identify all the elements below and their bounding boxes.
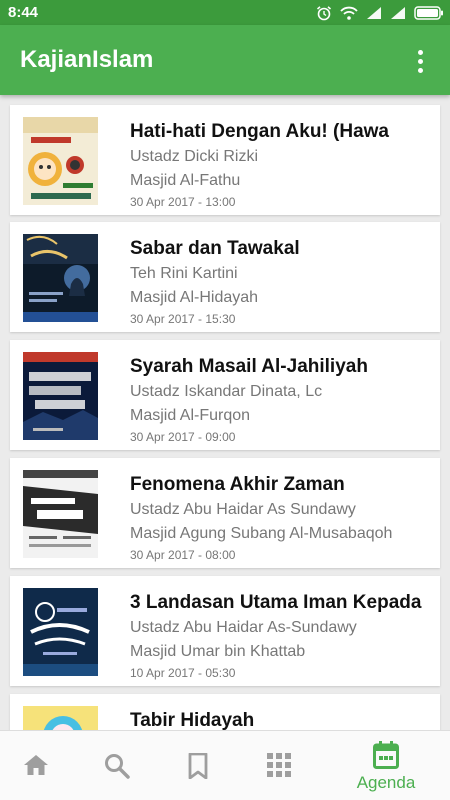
event-datetime: 30 Apr 2017 - 15:30 xyxy=(130,312,236,326)
app-title: KajianIslam xyxy=(20,46,154,73)
nav-search[interactable] xyxy=(77,731,157,800)
event-title: Sabar dan Tawakal xyxy=(130,238,300,259)
event-card[interactable]: 3 Landasan Utama Iman Kepada Ustadz Abu … xyxy=(10,576,440,686)
event-poster-image xyxy=(23,234,98,322)
event-poster-image xyxy=(23,588,98,676)
grid-icon xyxy=(267,753,291,777)
event-place: Masjid Al-Fathu xyxy=(130,172,241,189)
nav-agenda[interactable]: Agenda xyxy=(346,731,426,800)
event-poster-image xyxy=(23,352,98,440)
overflow-menu-icon[interactable] xyxy=(408,47,432,75)
event-card[interactable]: Syarah Masail Al-Jahiliyah Ustadz Iskand… xyxy=(10,340,440,450)
event-card[interactable]: Sabar dan Tawakal Teh Rini Kartini Masji… xyxy=(10,222,440,332)
event-title: Fenomena Akhir Zaman xyxy=(130,474,345,495)
app-bar: KajianIslam xyxy=(0,25,450,95)
event-datetime: 10 Apr 2017 - 05:30 xyxy=(130,666,236,680)
event-title: 3 Landasan Utama Iman Kepada xyxy=(130,592,422,613)
nav-home[interactable] xyxy=(0,731,76,800)
bottom-navigation: Agenda xyxy=(0,730,450,800)
event-speaker: Ustadz Iskandar Dinata, Lc xyxy=(130,383,323,400)
home-icon xyxy=(24,755,48,775)
battery-icon xyxy=(414,6,443,20)
event-card[interactable]: Fenomena Akhir Zaman Ustadz Abu Haidar A… xyxy=(10,458,440,568)
event-place: Masjid Agung Subang Al-Musabaqoh xyxy=(130,525,393,542)
nav-agenda-label: Agenda xyxy=(356,773,416,792)
event-list[interactable]: Hati-hati Dengan Aku! (Hawa Ustadz Dicki… xyxy=(0,95,450,730)
event-place: Masjid Al-Furqon xyxy=(130,407,251,424)
bookmark-icon xyxy=(188,753,208,779)
alarm-icon xyxy=(316,6,332,21)
status-bar: 8:44 xyxy=(0,0,450,25)
event-place: Masjid Umar bin Khattab xyxy=(130,643,306,660)
event-title: Syarah Masail Al-Jahiliyah xyxy=(130,356,368,377)
status-time: 8:44 xyxy=(8,4,39,21)
wifi-icon xyxy=(340,6,358,20)
signal-icon xyxy=(367,7,381,19)
event-speaker: Ustadz Abu Haidar As Sundawy xyxy=(130,501,356,518)
search-icon xyxy=(105,754,130,779)
event-card[interactable]: Tabir Hidayah xyxy=(10,694,440,730)
event-title: Tabir Hidayah xyxy=(130,710,255,730)
event-title: Hati-hati Dengan Aku! (Hawa xyxy=(130,121,389,142)
signal-icon-2 xyxy=(391,7,405,19)
nav-categories[interactable] xyxy=(239,731,319,800)
event-datetime: 30 Apr 2017 - 08:00 xyxy=(130,548,236,562)
nav-bookmark[interactable] xyxy=(158,731,238,800)
event-datetime: 30 Apr 2017 - 09:00 xyxy=(130,430,236,444)
event-datetime: 30 Apr 2017 - 13:00 xyxy=(130,195,236,209)
event-place: Masjid Al-Hidayah xyxy=(130,289,259,306)
calendar-icon xyxy=(373,741,399,769)
status-icons xyxy=(316,3,444,23)
event-speaker: Ustadz Dicki Rizki xyxy=(130,148,259,165)
event-card[interactable]: Hati-hati Dengan Aku! (Hawa Ustadz Dicki… xyxy=(10,105,440,215)
event-speaker: Ustadz Abu Haidar As-Sundawy xyxy=(130,619,357,636)
event-poster-image xyxy=(23,470,98,558)
event-speaker: Teh Rini Kartini xyxy=(130,265,238,282)
event-poster-image xyxy=(23,117,98,205)
event-poster-image xyxy=(23,706,98,730)
